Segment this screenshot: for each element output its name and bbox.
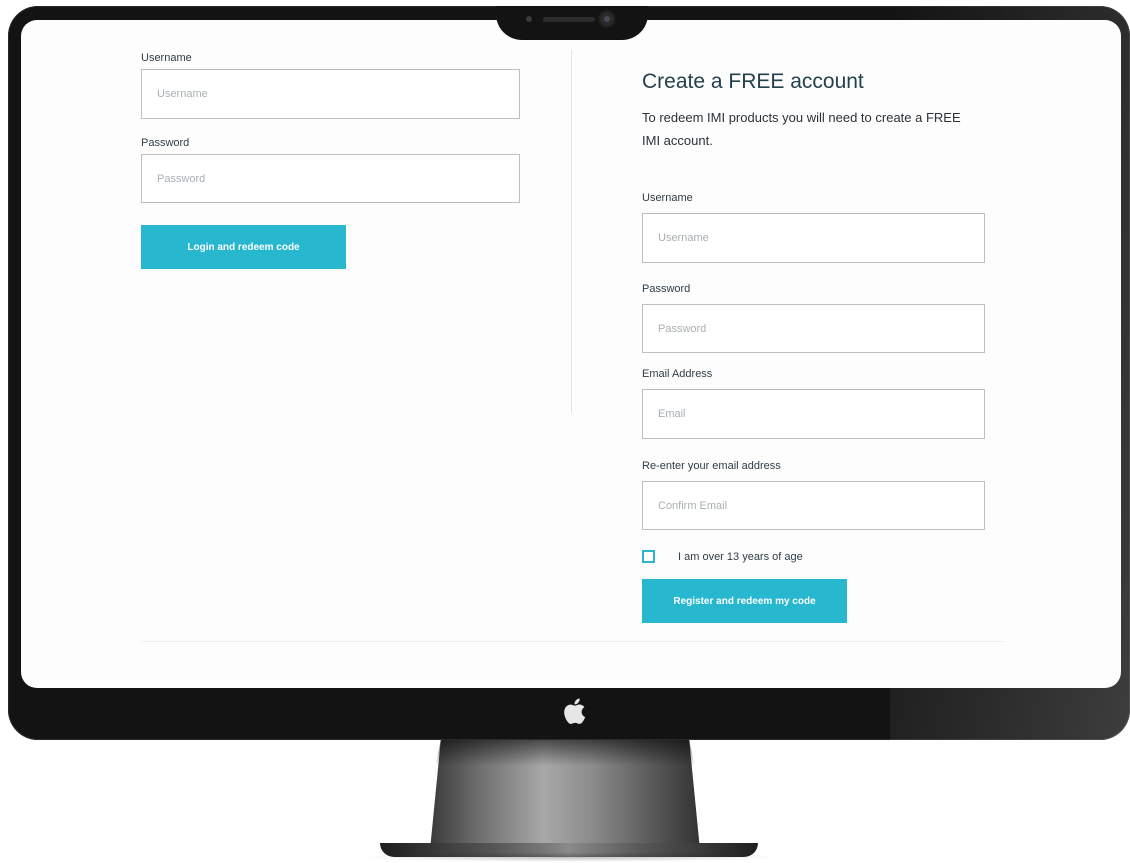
register-redeem-button[interactable]: Register and redeem my code: [642, 579, 847, 623]
floor-shadow: [360, 852, 780, 862]
age-checkbox-label: I am over 13 years of age: [678, 551, 803, 563]
age-checkbox[interactable]: [642, 550, 655, 563]
register-confirm-email-label: Re-enter your email address: [642, 460, 781, 472]
register-username-input[interactable]: [642, 213, 985, 263]
register-password-label: Password: [642, 283, 691, 295]
login-password-input[interactable]: [141, 154, 520, 203]
register-email-input[interactable]: [642, 389, 985, 439]
screen: Username Password Login and redeem code …: [21, 20, 1121, 688]
footer-divider: [141, 641, 1004, 642]
column-divider: [571, 50, 572, 413]
login-username-input[interactable]: [141, 69, 520, 119]
apple-logo-icon: [564, 698, 586, 724]
camera-icon: [600, 12, 614, 26]
speaker-grille-icon: [543, 17, 595, 22]
register-email-label: Email Address: [642, 368, 713, 380]
register-title: Create a FREE account: [642, 70, 864, 93]
register-intro: To redeem IMI products you will need to …: [642, 110, 961, 148]
login-username-label: Username: [141, 52, 192, 64]
sensor-dot-icon: [526, 16, 532, 22]
register-confirm-email-input[interactable]: [642, 481, 985, 530]
camera-notch: [496, 6, 648, 40]
register-password-input[interactable]: [642, 304, 985, 353]
login-password-label: Password: [141, 137, 190, 149]
register-username-label: Username: [642, 192, 693, 204]
login-redeem-button[interactable]: Login and redeem code: [141, 225, 346, 269]
stand-shadow: [435, 740, 695, 766]
